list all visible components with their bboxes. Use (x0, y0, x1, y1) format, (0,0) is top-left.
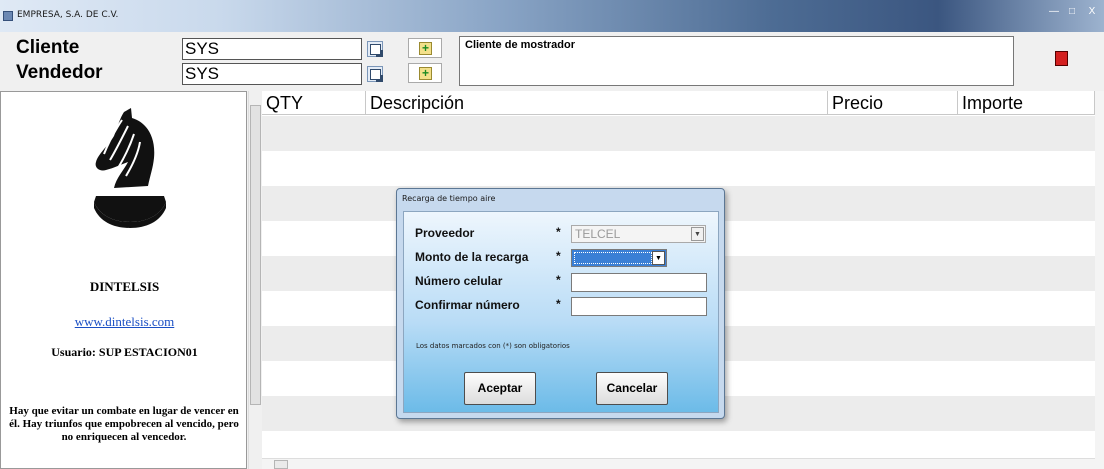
logo-horse-icon (94, 108, 166, 228)
search-icon[interactable] (367, 66, 383, 82)
minimize-button[interactable]: — (1045, 5, 1063, 21)
dropdown-arrow-icon[interactable]: ▼ (652, 251, 665, 265)
add-icon: + (419, 67, 432, 80)
cliente-label: Cliente (16, 37, 80, 58)
column-header-qty[interactable]: QTY (262, 91, 366, 115)
cancelar-button[interactable]: Cancelar (596, 372, 668, 405)
client-description: Cliente de mostrador (459, 36, 1014, 86)
maximize-button[interactable]: □ (1064, 5, 1080, 21)
monto-label: Monto de la recarga (415, 250, 529, 264)
app-icon (3, 11, 13, 21)
info-panel: DINTELSIS www.dintelsis.com Usuario: SUP… (0, 91, 247, 469)
website-link[interactable]: www.dintelsis.com (1, 314, 248, 330)
table-row[interactable] (262, 431, 1095, 458)
selection-focus (574, 252, 652, 264)
required-marker: * (556, 225, 561, 239)
recarga-dialog: Recarga de tiempo aire Proveedor * TELCE… (396, 188, 725, 419)
add-cliente-button[interactable]: + (408, 38, 442, 58)
add-icon: + (419, 42, 432, 55)
aceptar-button[interactable]: Aceptar (464, 372, 536, 405)
grid-horizontal-scrollbar[interactable] (262, 458, 1095, 469)
title-bar: EMPRESA, S.A. DE C.V. — □ X (0, 0, 1104, 32)
dropdown-arrow-icon[interactable]: ▼ (691, 227, 704, 241)
confirmar-label: Confirmar número (415, 298, 520, 312)
monto-select[interactable]: ▼ (571, 249, 667, 267)
proveedor-label: Proveedor (415, 226, 475, 240)
confirmar-numero-input[interactable] (571, 297, 707, 316)
window-title: EMPRESA, S.A. DE C.V. (17, 10, 119, 20)
vendedor-field[interactable]: SYS (182, 63, 362, 85)
cliente-field[interactable]: SYS (182, 38, 362, 60)
dialog-body: Proveedor * TELCEL ▼ Monto de la recarga… (403, 211, 719, 413)
numero-label: Número celular (415, 274, 503, 288)
main-window: EMPRESA, S.A. DE C.V. — □ X Cliente SYS … (0, 0, 1104, 469)
column-header-precio[interactable]: Precio (828, 91, 958, 115)
required-marker: * (556, 297, 561, 311)
column-header-descripcion[interactable]: Descripción (366, 91, 828, 115)
numero-celular-input[interactable] (571, 273, 707, 292)
left-scrollbar[interactable] (248, 91, 261, 469)
user-label: Usuario: SUP ESTACION01 (51, 345, 198, 359)
scroll-thumb[interactable] (250, 105, 261, 405)
proveedor-select[interactable]: TELCEL ▼ (571, 225, 706, 243)
add-vendedor-button[interactable]: + (408, 63, 442, 83)
required-note: Los datos marcados con (*) son obligator… (416, 342, 570, 350)
dialog-title: Recarga de tiempo aire (402, 194, 496, 203)
close-button[interactable]: X (1082, 5, 1102, 21)
search-icon[interactable] (367, 41, 383, 57)
required-marker: * (556, 273, 561, 287)
company-name: DINTELSIS (89, 279, 160, 294)
table-row[interactable] (262, 151, 1095, 186)
required-marker: * (556, 249, 561, 263)
vendedor-label: Vendedor (16, 62, 103, 83)
proveedor-value: TELCEL (575, 227, 621, 241)
scroll-thumb[interactable] (274, 460, 288, 469)
exit-button[interactable] (1055, 51, 1068, 66)
table-row[interactable] (262, 116, 1095, 151)
quote-text: Hay que evitar un combate en lugar de ve… (9, 405, 239, 443)
column-header-importe[interactable]: Importe (958, 91, 1095, 115)
grid-vertical-scrollbar[interactable] (1095, 91, 1104, 469)
